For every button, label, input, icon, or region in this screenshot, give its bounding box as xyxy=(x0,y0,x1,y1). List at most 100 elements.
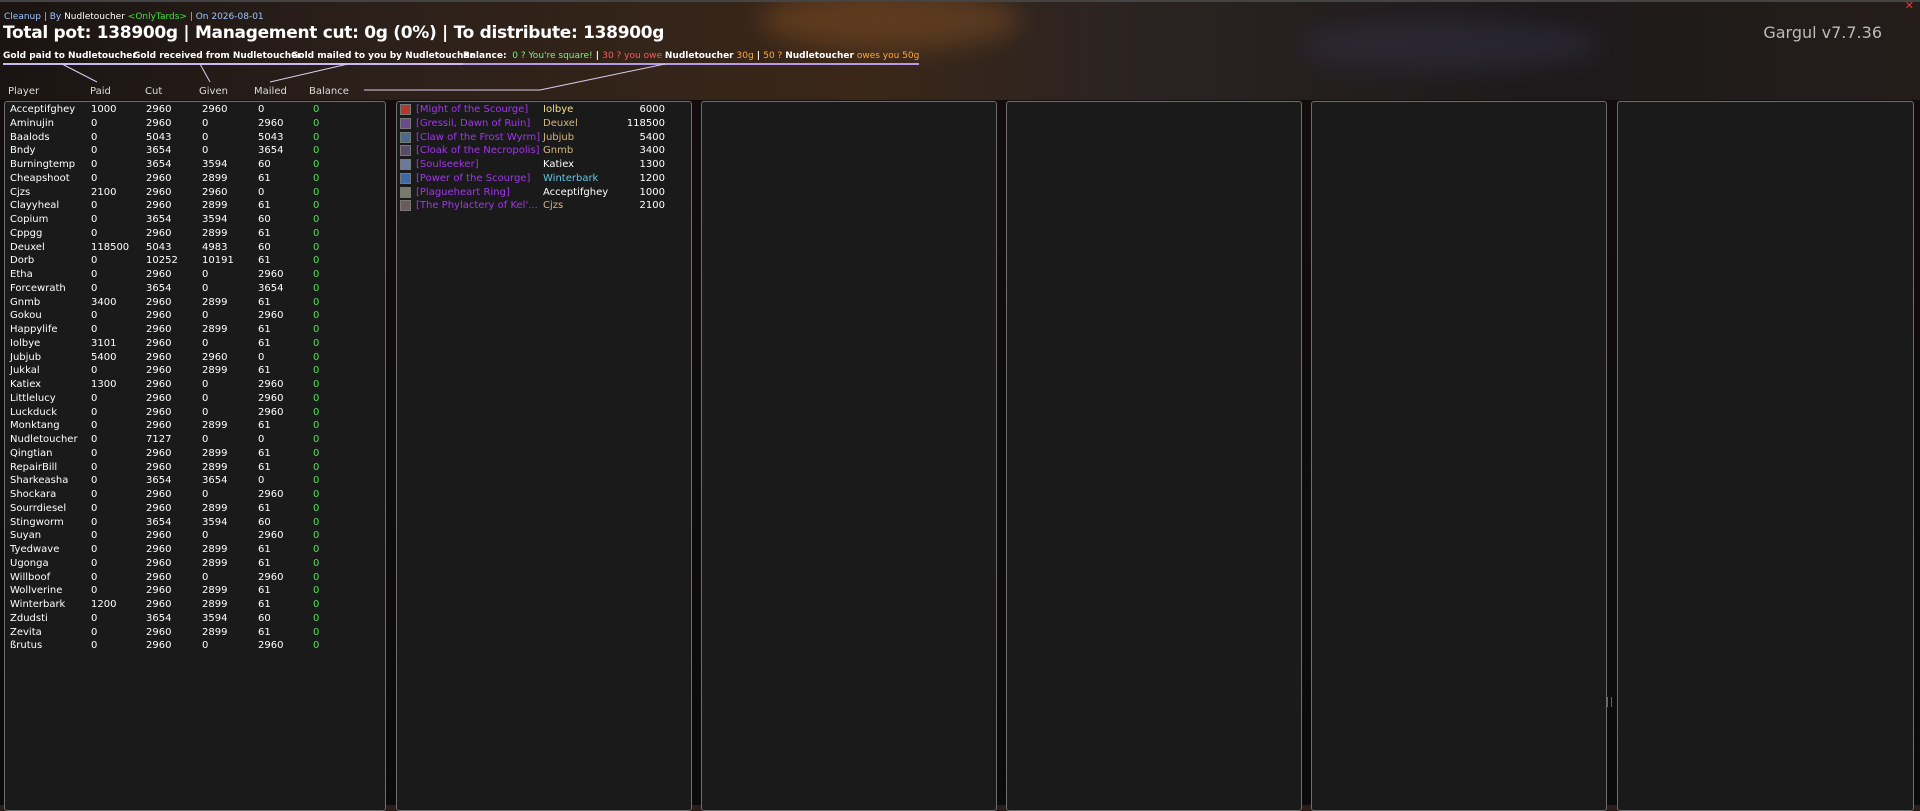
item-price: 1300 xyxy=(639,159,665,170)
item-link[interactable]: [Power of the Scourge] xyxy=(416,172,530,185)
given-value: 0 xyxy=(202,571,209,583)
balance-value: 0 xyxy=(313,420,320,432)
paid-value: 0 xyxy=(91,502,98,514)
player-name: Luckduck xyxy=(10,406,57,418)
given-value: 2899 xyxy=(202,296,228,308)
cut-value: 2960 xyxy=(146,379,172,390)
player-name: Jukkal xyxy=(10,365,40,377)
given-value: 2899 xyxy=(202,557,228,569)
paid-value: 0 xyxy=(91,489,98,500)
item-link[interactable]: [Might of the Scourge] xyxy=(416,103,528,116)
item-winner: Iolbye xyxy=(543,104,574,115)
mailed-value: 61 xyxy=(258,557,271,569)
balance-value: 0 xyxy=(313,461,320,473)
cut-value: 2960 xyxy=(146,392,172,404)
player-name: Sharkeasha xyxy=(10,475,69,487)
balance-value: 0 xyxy=(313,365,320,377)
player-name: Happylife xyxy=(10,324,58,335)
player-name: Willboof xyxy=(10,571,51,583)
mailed-value: 2960 xyxy=(258,117,284,129)
balance-value: 0 xyxy=(313,502,320,514)
cut-value: 7127 xyxy=(146,434,172,445)
soulseeker-icon[interactable] xyxy=(400,159,411,170)
item-link[interactable]: [Gressil, Dawn of Ruin] xyxy=(416,117,530,130)
given-value: 0 xyxy=(202,269,209,280)
cut-value: 2960 xyxy=(146,117,172,129)
paid-value: 118500 xyxy=(91,241,130,253)
paid-value: 0 xyxy=(91,200,98,212)
cut-value: 2960 xyxy=(146,351,172,363)
balance-value: 0 xyxy=(313,585,320,597)
item-link[interactable]: [Claw of the Frost Wyrm] xyxy=(416,131,540,144)
cut-value: 2960 xyxy=(146,502,172,514)
players-panel[interactable] xyxy=(4,101,386,811)
plagueheart-ring-icon[interactable] xyxy=(400,186,411,198)
column-header-paid[interactable]: Paid xyxy=(90,86,111,97)
given-value: 2899 xyxy=(202,461,228,473)
column-header-cut[interactable]: Cut xyxy=(145,86,162,97)
balance-value: 0 xyxy=(313,324,320,335)
given-value: 10191 xyxy=(202,255,234,267)
cloak-necropolis-icon[interactable] xyxy=(400,145,411,157)
item-winner: Winterbark xyxy=(543,172,599,184)
player-name: Etha xyxy=(10,269,33,280)
mailed-value: 61 xyxy=(258,420,271,432)
phylactery-icon[interactable] xyxy=(400,200,411,212)
paid-value: 1000 xyxy=(91,104,117,115)
column-header-player[interactable]: Player xyxy=(8,86,39,97)
cut-value: 3654 xyxy=(146,282,172,294)
given-value: 2899 xyxy=(202,585,228,597)
item-link[interactable]: [The Phylactery of Kel'... xyxy=(416,199,538,212)
mailed-value: 2960 xyxy=(258,310,284,322)
balance-value: 0 xyxy=(313,104,320,115)
cut-value: 3654 xyxy=(146,214,172,225)
item-link[interactable]: [Cloak of the Necropolis] xyxy=(416,144,540,157)
paid-value: 0 xyxy=(91,255,98,267)
balance-value: 0 xyxy=(313,255,320,267)
player-name: Ugonga xyxy=(10,557,49,569)
item-winner: Acceptifghey xyxy=(543,186,609,198)
balance-value: 0 xyxy=(313,379,320,390)
balance-value: 0 xyxy=(313,337,320,349)
player-name: Acceptifghey xyxy=(10,104,76,115)
balance-value: 0 xyxy=(313,475,320,487)
cut-value: 2960 xyxy=(146,530,172,542)
item-link[interactable]: [Soulseeker] xyxy=(416,158,479,171)
player-name: Cjzs xyxy=(10,186,31,198)
resize-grip[interactable] xyxy=(1607,697,1612,707)
mailed-value: 2960 xyxy=(258,392,284,404)
player-name: Sourrdiesel xyxy=(10,502,67,514)
player-name: Deuxel xyxy=(10,241,45,253)
paid-value: 0 xyxy=(91,420,98,432)
player-name: Bndy xyxy=(10,145,36,157)
column-header-given[interactable]: Given xyxy=(199,86,228,97)
item-price: 3400 xyxy=(639,145,665,157)
item-link[interactable]: [Plagueheart Ring] xyxy=(416,186,510,199)
paid-value: 0 xyxy=(91,612,98,624)
given-value: 3594 xyxy=(202,612,228,624)
power-of-the-scourge-icon[interactable] xyxy=(400,172,411,184)
cut-value: 2960 xyxy=(146,172,172,184)
cut-value: 2960 xyxy=(146,571,172,583)
balance-value: 0 xyxy=(313,241,320,253)
column-header-mailed[interactable]: Mailed xyxy=(254,86,287,97)
balance-value: 0 xyxy=(313,612,320,624)
mailed-value: 61 xyxy=(258,585,271,597)
column-header-balance[interactable]: Balance xyxy=(309,86,349,97)
given-value: 3654 xyxy=(202,475,228,487)
given-value: 2899 xyxy=(202,626,228,638)
player-name: Forcewrath xyxy=(10,282,66,294)
mailed-value: 61 xyxy=(258,337,271,349)
might-of-the-scourge-icon[interactable] xyxy=(400,104,411,115)
gressil-icon[interactable] xyxy=(400,117,411,129)
claw-frost-wyrm-icon[interactable] xyxy=(400,131,411,143)
paid-value: 0 xyxy=(91,282,98,294)
paid-value: 0 xyxy=(91,227,98,239)
balance-value: 0 xyxy=(313,447,320,459)
player-name: Cheapshoot xyxy=(10,172,70,184)
balance-value: 0 xyxy=(313,145,320,157)
given-value: 2899 xyxy=(202,200,228,212)
player-name: Suyan xyxy=(10,530,42,542)
item-winner: Jubjub xyxy=(543,131,575,143)
player-name: Jubjub xyxy=(10,351,42,363)
